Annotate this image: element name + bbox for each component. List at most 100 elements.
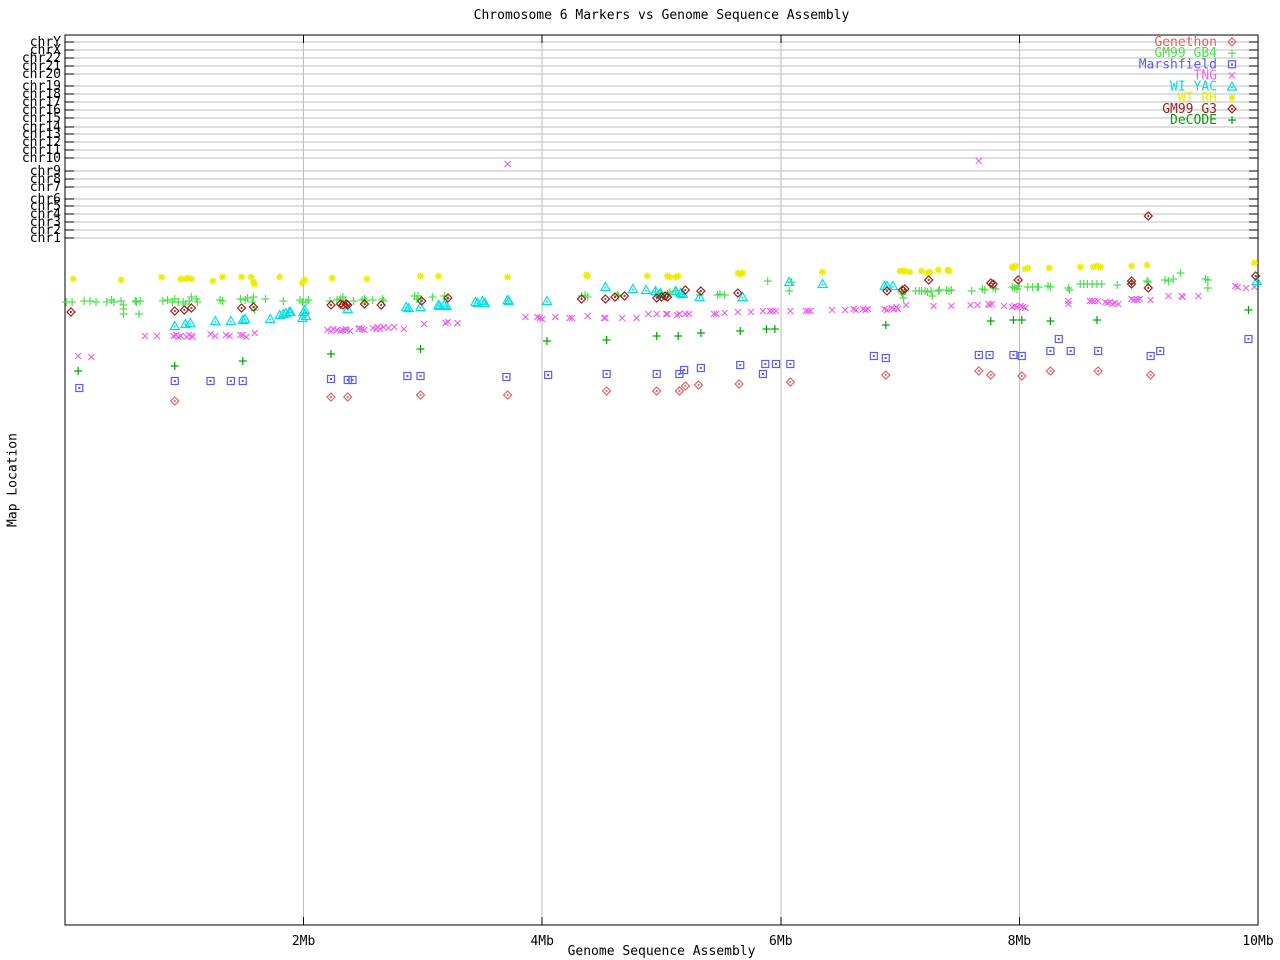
data-point xyxy=(881,353,890,363)
data-point xyxy=(226,376,235,386)
data-point xyxy=(1169,275,1178,283)
plot-frame xyxy=(64,34,1259,926)
data-point xyxy=(974,301,982,309)
data-point xyxy=(666,273,674,281)
data-point xyxy=(170,362,179,370)
data-point xyxy=(1076,263,1084,271)
data-point xyxy=(973,366,984,376)
data-point xyxy=(945,267,953,275)
data-point xyxy=(721,309,729,317)
data-point xyxy=(1156,346,1165,356)
data-point xyxy=(652,332,661,340)
y-tick-label: chr1 xyxy=(30,231,61,246)
data-point xyxy=(238,376,247,386)
data-point xyxy=(918,267,926,275)
data-point xyxy=(238,357,247,365)
data-point xyxy=(136,297,145,305)
data-point xyxy=(1250,259,1258,267)
data-point xyxy=(1244,306,1253,314)
data-point xyxy=(584,312,591,320)
data-point xyxy=(685,310,693,318)
data-point xyxy=(1064,297,1072,305)
data-point xyxy=(325,297,334,305)
data-point xyxy=(1146,351,1155,361)
chart-title: Chromosome 6 Markers vs Genome Sequence … xyxy=(473,8,850,23)
data-point xyxy=(163,296,172,304)
data-point xyxy=(947,302,955,310)
data-point xyxy=(454,319,461,327)
data-point xyxy=(696,363,705,373)
data-point xyxy=(881,321,890,329)
data-point xyxy=(747,308,755,316)
data-point xyxy=(1000,302,1008,310)
data-point xyxy=(643,272,651,280)
legend-item-marshfield: Marshfield xyxy=(1139,57,1237,72)
data-point xyxy=(651,386,662,396)
data-point xyxy=(403,371,412,381)
data-point xyxy=(1244,334,1253,344)
data-point xyxy=(739,269,747,277)
data-point xyxy=(384,324,392,332)
data-point xyxy=(415,390,426,400)
data-point xyxy=(416,371,425,381)
series-gm99-gb4 xyxy=(62,269,1212,318)
data-point xyxy=(209,315,221,326)
data-point xyxy=(1064,284,1073,292)
data-point xyxy=(761,359,770,369)
data-point xyxy=(985,370,996,380)
data-point xyxy=(186,303,197,313)
series-genethon xyxy=(169,366,1156,406)
data-point xyxy=(92,298,101,306)
data-point xyxy=(652,369,661,379)
data-point xyxy=(117,276,125,284)
data-point xyxy=(249,293,258,301)
data-point xyxy=(169,320,181,331)
data-point xyxy=(664,310,671,318)
data-point xyxy=(1064,300,1072,308)
data-point xyxy=(1143,261,1151,269)
data-point xyxy=(348,375,357,385)
data-point xyxy=(985,350,994,360)
data-point xyxy=(251,280,259,288)
data-point xyxy=(734,308,742,316)
data-point xyxy=(279,297,288,305)
data-point xyxy=(1009,350,1018,360)
data-point xyxy=(986,317,995,325)
data-point xyxy=(236,295,245,303)
data-point xyxy=(551,313,559,321)
data-point xyxy=(928,292,937,300)
data-point xyxy=(86,297,95,305)
data-point xyxy=(600,294,611,304)
data-point xyxy=(326,374,336,384)
legend-marker-square-dot xyxy=(1227,60,1237,69)
chart: chrY chrX chr22 chr21 chr20 chr19 chr18 chr17 ch… xyxy=(0,0,1280,960)
data-point xyxy=(1034,283,1043,291)
data-point xyxy=(1145,370,1156,380)
data-point xyxy=(1045,366,1056,376)
data-point xyxy=(644,310,652,318)
data-point xyxy=(762,325,771,333)
data-point xyxy=(1045,264,1053,272)
legend-marker-diamond-dot xyxy=(1227,104,1237,114)
data-point xyxy=(544,370,553,380)
y-axis-label: Map Location xyxy=(5,433,21,527)
data-point xyxy=(633,314,640,322)
data-point xyxy=(179,305,190,315)
data-point xyxy=(342,392,353,402)
data-point xyxy=(640,284,652,295)
data-point xyxy=(786,359,795,369)
data-point xyxy=(236,303,247,313)
data-point xyxy=(1242,284,1250,292)
x-axis-label: Genome Sequence Assembly xyxy=(567,944,756,959)
data-point xyxy=(327,350,336,358)
data-point xyxy=(1160,276,1169,284)
data-point xyxy=(504,160,512,168)
data-point xyxy=(584,272,592,280)
data-point xyxy=(786,307,794,315)
data-point xyxy=(1143,211,1154,221)
data-point xyxy=(869,351,878,361)
legend-marker-plus xyxy=(1228,116,1236,125)
data-point xyxy=(720,291,729,299)
data-point xyxy=(264,313,276,324)
data-point xyxy=(169,306,180,316)
